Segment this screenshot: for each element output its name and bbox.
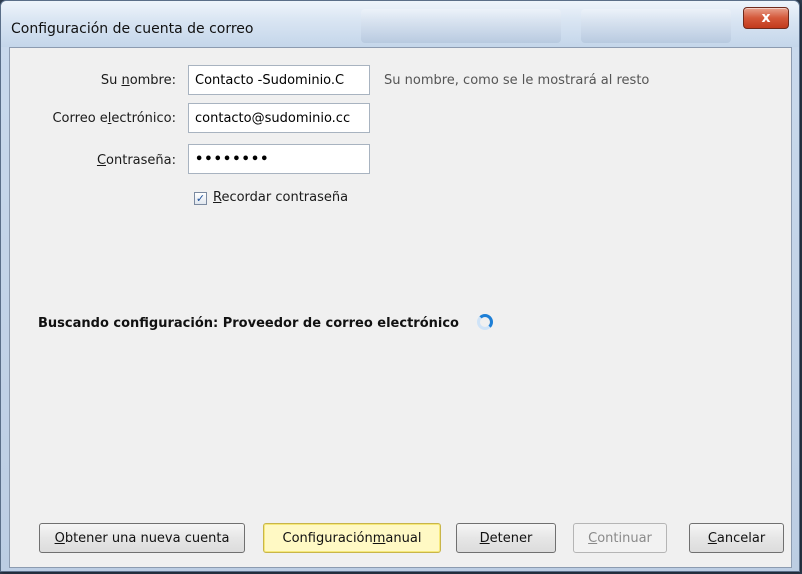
- email-input[interactable]: [188, 103, 370, 133]
- search-status-text: Buscando configuración: Proveedor de cor…: [38, 316, 459, 331]
- name-label: Su nombre:: [100, 73, 176, 88]
- cancel-button[interactable]: Cancelar: [689, 523, 784, 553]
- password-label: Contraseña:: [96, 153, 176, 168]
- close-icon: x: [761, 10, 771, 26]
- manual-config-button[interactable]: Configuración m anual: [263, 523, 441, 553]
- remember-password-label[interactable]: Recordar contraseña: [213, 190, 348, 205]
- dialog-content: Su nombre: Su nombre, como se le mostrar…: [9, 47, 792, 568]
- background-tab-ghost: [581, 9, 731, 43]
- password-input[interactable]: [188, 144, 370, 174]
- close-button[interactable]: x: [743, 7, 789, 29]
- remember-password-checkbox[interactable]: ✓: [194, 192, 207, 205]
- dialog-window: Configuración de cuenta de correo x Su n…: [0, 0, 800, 572]
- name-hint: Su nombre, como se le mostrará al resto: [384, 73, 650, 88]
- stop-button[interactable]: Detener: [456, 523, 556, 553]
- email-label: Correo electrónico:: [52, 111, 176, 126]
- loading-spinner-icon: [477, 314, 493, 330]
- window-title: Configuración de cuenta de correo: [11, 21, 254, 37]
- title-bar[interactable]: Configuración de cuenta de correo x: [1, 1, 799, 47]
- name-input[interactable]: [188, 65, 370, 95]
- continue-button[interactable]: Continuar: [573, 523, 667, 553]
- checkmark-icon: ✓: [195, 192, 206, 205]
- background-tab-ghost: [361, 9, 561, 43]
- get-new-account-button[interactable]: Obtener una nueva cuenta: [39, 523, 245, 553]
